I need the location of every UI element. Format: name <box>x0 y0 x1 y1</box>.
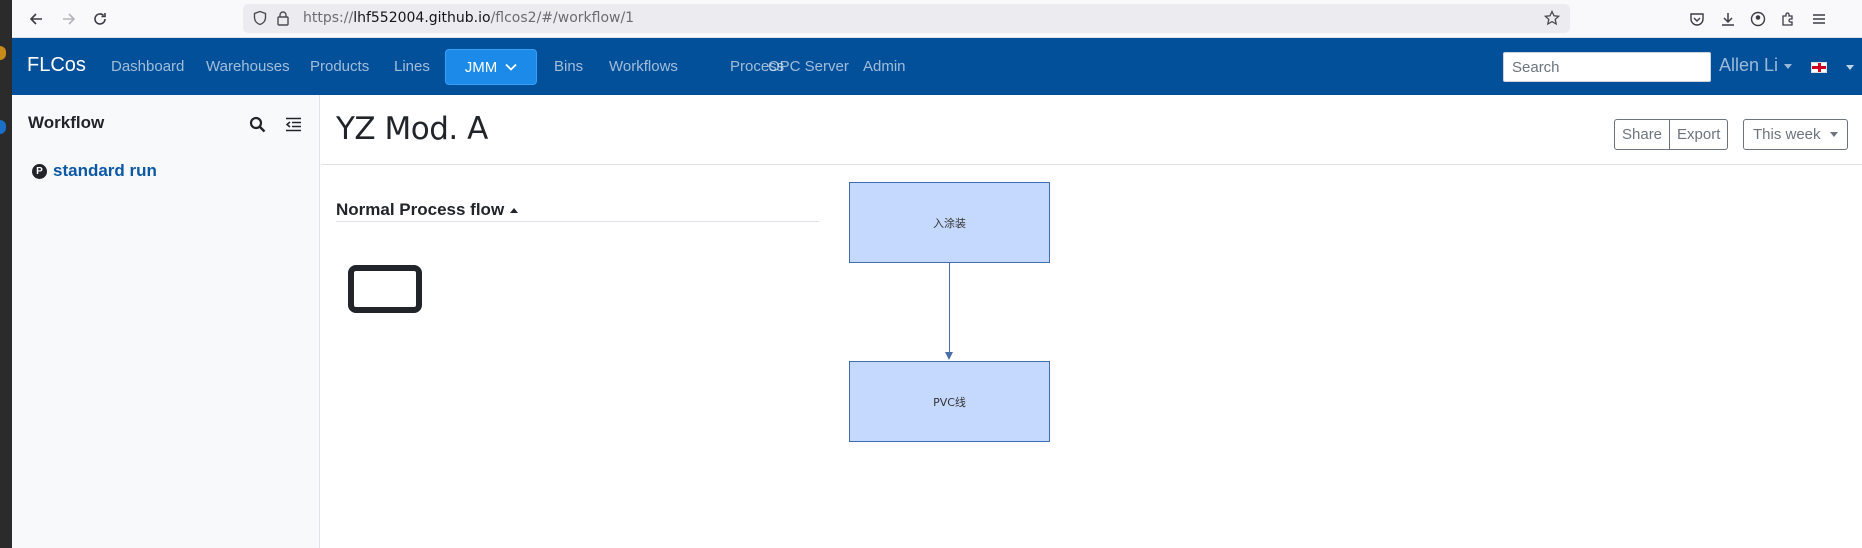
download-icon[interactable] <box>1717 8 1739 30</box>
nav-link-warehouses[interactable]: Warehouses <box>206 58 290 75</box>
browser-toolbar: https://lhf552004.github.io/flcos2/#/wor… <box>12 0 1862 38</box>
pocket-icon[interactable] <box>1686 8 1708 30</box>
flow-arrowhead <box>945 352 953 360</box>
collapse-sidebar-icon[interactable] <box>282 113 304 135</box>
node-shape-palette-item[interactable] <box>348 265 422 313</box>
caret-down-icon <box>1784 63 1793 69</box>
extensions-icon[interactable] <box>1777 8 1799 30</box>
user-menu[interactable]: Allen Li <box>1719 55 1793 76</box>
uk-flag-icon[interactable] <box>1811 62 1827 73</box>
nav-link-bins[interactable]: Bins <box>554 58 583 75</box>
hamburger-menu-icon[interactable] <box>1808 8 1830 30</box>
search-icon[interactable] <box>246 113 268 135</box>
dock-app-icon[interactable] <box>0 46 6 60</box>
lock-icon[interactable] <box>276 10 290 30</box>
reload-button[interactable] <box>87 6 113 32</box>
period-dropdown-button[interactable]: This week <box>1743 119 1848 150</box>
flow-node[interactable]: 入涂装 <box>849 182 1050 263</box>
section-title: Normal Process flow <box>336 200 505 219</box>
nav-link-admin[interactable]: Admin <box>863 58 906 75</box>
bookmark-star-icon[interactable] <box>1543 9 1561 30</box>
share-button[interactable]: Share <box>1614 119 1671 150</box>
nav-link-workflows[interactable]: Workflows <box>609 58 678 75</box>
language-caret-icon[interactable] <box>1846 65 1854 70</box>
export-button[interactable]: Export <box>1670 119 1729 150</box>
account-icon[interactable] <box>1747 8 1769 30</box>
app-navbar: FLCos Dashboard Warehouses Products Line… <box>12 38 1862 95</box>
forward-arrow-icon <box>63 13 76 25</box>
process-flow-section-toggle[interactable]: Normal Process flow <box>336 200 519 220</box>
brand-logo[interactable]: FLCos <box>27 54 86 77</box>
period-label: This week <box>1753 126 1821 143</box>
flow-node[interactable]: PVC线 <box>849 361 1050 442</box>
flow-node-label: PVC线 <box>933 395 966 409</box>
back-arrow-icon <box>29 13 42 25</box>
dock-app-icon[interactable] <box>0 120 6 134</box>
nav-link-dashboard[interactable]: Dashboard <box>111 58 184 75</box>
share-export-group: Share Export <box>1614 119 1729 150</box>
page-title: YZ Mod. A <box>336 111 488 147</box>
sidebar-item-label[interactable]: standard run <box>53 161 157 181</box>
url-host: lhf552004.github.io <box>353 10 491 26</box>
os-dock-strip <box>0 0 12 548</box>
url-text: https://lhf552004.github.io/flcos2/#/wor… <box>303 10 634 26</box>
forward-button[interactable] <box>56 6 82 32</box>
nav-dropdown-jmm-label: JMM <box>464 58 498 76</box>
caret-down-icon <box>1829 132 1838 137</box>
workflow-sidebar: Workflow P standard run <box>12 95 320 548</box>
shield-icon[interactable] <box>252 10 268 30</box>
address-bar[interactable]: https://lhf552004.github.io/flcos2/#/wor… <box>243 4 1570 33</box>
url-scheme: https:// <box>303 10 354 26</box>
sidebar-item-standard-run[interactable]: P standard run <box>32 161 157 181</box>
nav-link-lines[interactable]: Lines <box>394 58 430 75</box>
user-name: Allen Li <box>1719 55 1779 75</box>
process-badge-icon: P <box>32 163 47 179</box>
caret-up-icon <box>510 207 519 213</box>
main-header: YZ Mod. A Share Export This week <box>321 95 1862 165</box>
navbar-search-input[interactable] <box>1503 52 1711 82</box>
nav-dropdown-jmm[interactable]: JMM <box>445 49 537 85</box>
back-button[interactable] <box>23 6 49 32</box>
flow-node-label: 入涂装 <box>933 216 966 230</box>
chevron-down-icon <box>505 63 517 71</box>
nav-link-products[interactable]: Products <box>310 58 369 75</box>
reload-icon <box>94 13 106 25</box>
sidebar-title: Workflow <box>28 113 105 132</box>
section-divider <box>336 221 819 222</box>
url-path: /flcos2/#/workflow/1 <box>490 10 635 26</box>
nav-link-opc-server[interactable]: OPC Server <box>768 58 849 75</box>
flow-connector <box>949 262 950 354</box>
